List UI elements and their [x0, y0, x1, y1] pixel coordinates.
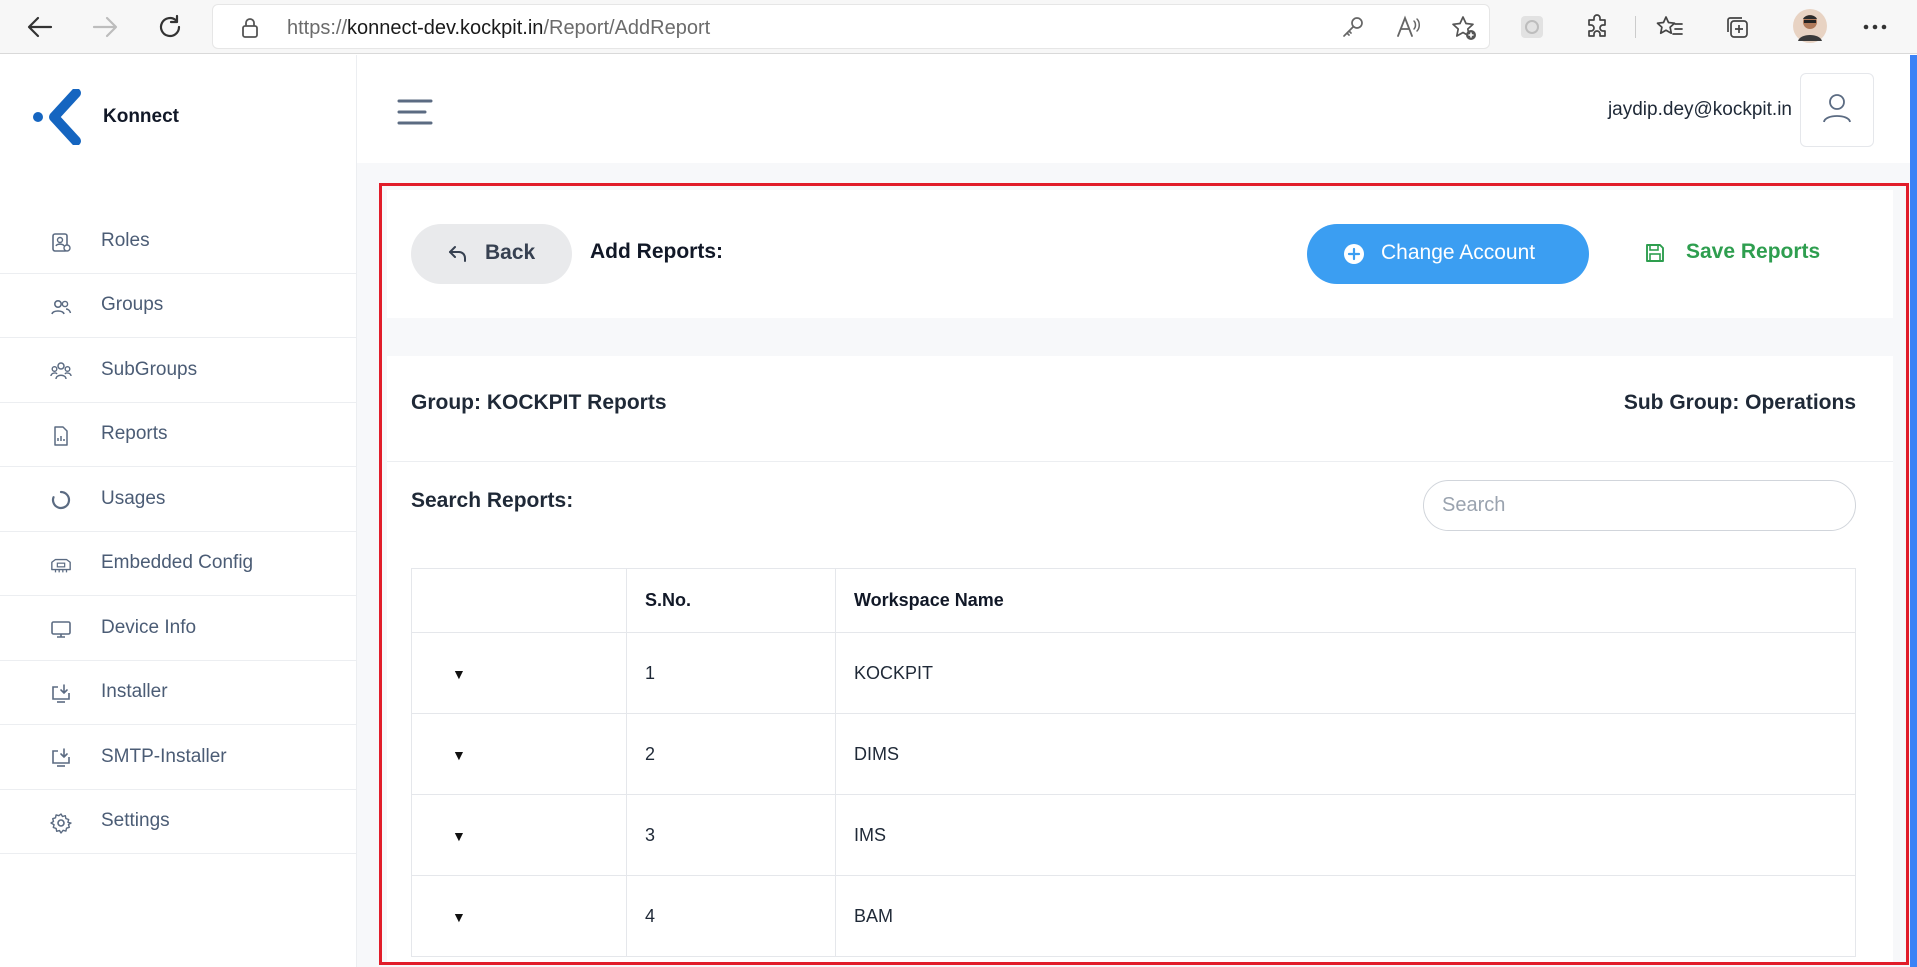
roles-icon: [50, 231, 72, 253]
konnect-logo-icon[interactable]: [32, 89, 84, 145]
sidebar-item-embedded-config[interactable]: Embedded Config: [0, 532, 357, 596]
sidebar-item-groups[interactable]: Groups: [0, 274, 357, 338]
groups-icon: [50, 296, 72, 318]
smtp-installer-icon: [50, 747, 72, 769]
extensions-icon[interactable]: [1583, 12, 1613, 42]
sidebar-item-label: Usages: [101, 487, 166, 509]
installer-icon: [50, 683, 72, 705]
embedded-config-icon: [50, 554, 72, 576]
sidebar-item-roles[interactable]: Roles: [0, 209, 357, 274]
address-bar[interactable]: https://konnect-dev.kockpit.in/Report/Ad…: [212, 4, 1490, 49]
sidebar-item-device-info[interactable]: Device Info: [0, 596, 357, 661]
toolbar-separator: [1635, 16, 1636, 38]
sidebar-item-settings[interactable]: Settings: [0, 790, 357, 854]
sidebar-item-subgroups[interactable]: SubGroups: [0, 338, 357, 403]
user-email: jaydip.dey@kockpit.in: [1607, 99, 1792, 120]
address-url: https://konnect-dev.kockpit.in/Report/Ad…: [287, 17, 711, 39]
refresh-icon[interactable]: [152, 9, 188, 45]
lock-icon: [241, 18, 259, 43]
sidebar-item-installer[interactable]: Installer: [0, 661, 357, 725]
sidebar-item-label: Settings: [101, 810, 170, 832]
usages-icon: [50, 489, 72, 511]
subgroups-icon: [50, 360, 72, 382]
app-name: Konnect: [103, 106, 179, 127]
back-arrow-icon[interactable]: [22, 9, 58, 45]
scrollbar-edge: [1910, 55, 1917, 967]
favorites-icon[interactable]: [1655, 12, 1685, 42]
sidebar-item-label: Roles: [101, 229, 150, 251]
sidebar-item-label: Reports: [101, 423, 168, 445]
sidebar-item-label: Embedded Config: [101, 552, 254, 574]
key-icon[interactable]: [1341, 15, 1365, 46]
highlight-frame: [379, 183, 1909, 965]
device-info-icon: [50, 618, 72, 640]
collections-icon[interactable]: [1722, 12, 1752, 42]
forward-arrow-icon[interactable]: [87, 9, 123, 45]
sidebar-item-usages[interactable]: Usages: [0, 467, 357, 532]
add-favorite-icon[interactable]: [1451, 15, 1477, 46]
settings-icon: [50, 812, 72, 834]
sidebar: Konnect Roles Groups SubGroups Reports U…: [0, 55, 357, 967]
user-profile-button[interactable]: [1800, 73, 1874, 147]
hamburger-menu-icon[interactable]: [397, 98, 433, 126]
browser-toolbar: https://konnect-dev.kockpit.in/Report/Ad…: [0, 0, 1917, 54]
user-icon: [1822, 92, 1852, 129]
sidebar-item-smtp-installer[interactable]: SMTP-Installer: [0, 725, 357, 790]
read-aloud-icon[interactable]: [1395, 15, 1421, 46]
extension-grayed-icon[interactable]: [1517, 12, 1547, 42]
sidebar-menu: Roles Groups SubGroups Reports Usages Em…: [0, 209, 357, 854]
sidebar-item-label: SMTP-Installer: [101, 745, 227, 767]
sidebar-item-label: Device Info: [101, 616, 197, 638]
sidebar-item-label: Installer: [101, 681, 168, 703]
more-icon[interactable]: [1860, 12, 1890, 42]
profile-avatar[interactable]: [1793, 9, 1827, 43]
reports-icon: [50, 425, 72, 447]
sidebar-item-label: Groups: [101, 294, 164, 316]
sidebar-item-label: SubGroups: [101, 358, 198, 380]
app-header: jaydip.dey@kockpit.in: [357, 55, 1910, 163]
sidebar-item-reports[interactable]: Reports: [0, 403, 357, 467]
